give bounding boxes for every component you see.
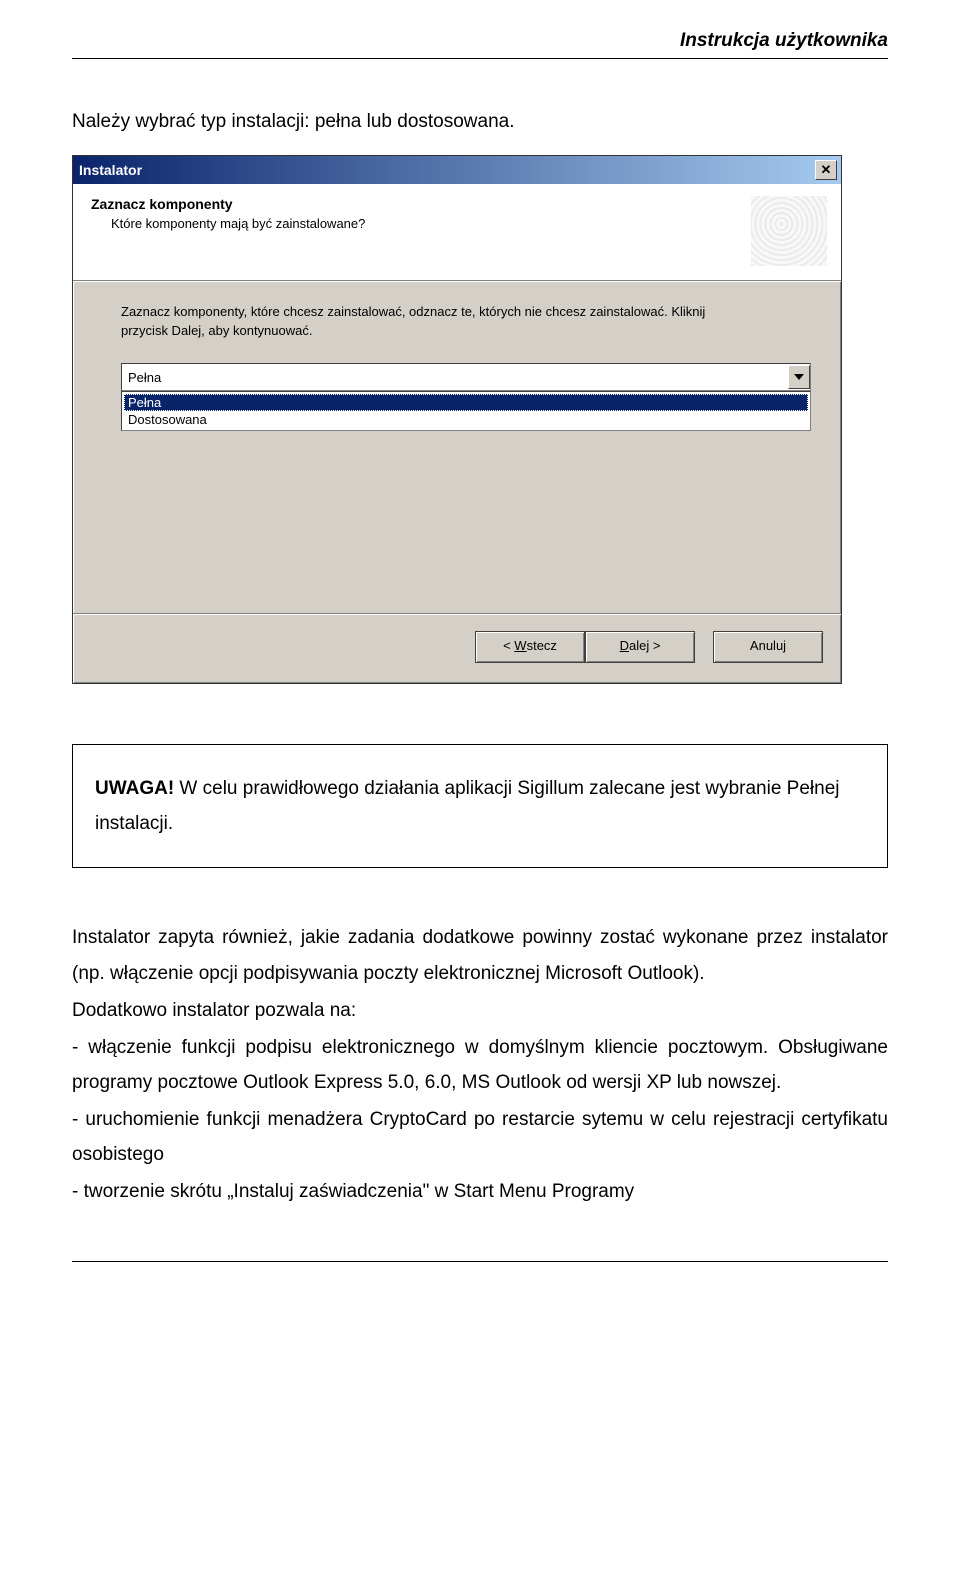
chevron-down-icon[interactable] <box>788 365 810 389</box>
fingerprint-icon <box>751 196 827 266</box>
install-type-combo[interactable]: Pełna <box>121 363 811 391</box>
body-paragraph: Dodatkowo instalator pozwala na: <box>72 993 888 1028</box>
dialog-instruction: Zaznacz komponenty, które chcesz zainsta… <box>121 303 741 341</box>
installer-dialog: Instalator ✕ Zaznacz komponenty Które ko… <box>72 155 842 684</box>
footer-divider <box>72 1261 888 1262</box>
dialog-divider <box>73 613 841 615</box>
warning-text: W celu prawidłowego działania aplikacji … <box>95 778 840 834</box>
body-paragraph: - włączenie funkcji podpisu elektroniczn… <box>72 1030 888 1100</box>
banner-subtitle: Które komponenty mają być zainstalowane? <box>91 216 365 231</box>
list-item[interactable]: Pełna <box>124 394 808 411</box>
body-paragraph: Instalator zapyta również, jakie zadania… <box>72 920 888 990</box>
list-item[interactable]: Dostosowana <box>124 411 808 428</box>
dialog-titlebar: Instalator ✕ <box>73 156 841 184</box>
cancel-button[interactable]: Anuluj <box>713 631 823 663</box>
warning-label: UWAGA! <box>95 778 174 799</box>
banner-title: Zaznacz komponenty <box>91 196 365 212</box>
combo-selected-value: Pełna <box>128 370 161 385</box>
close-icon[interactable]: ✕ <box>815 160 837 180</box>
back-button[interactable]: < Wstecz <box>475 631 585 663</box>
body-paragraph: - uruchomienie funkcji menadżera CryptoC… <box>72 1102 888 1172</box>
intro-paragraph: Należy wybrać typ instalacji: pełna lub … <box>72 107 888 137</box>
dialog-button-row: < Wstecz Dalej > Anuluj <box>73 631 841 683</box>
body-paragraph: - tworzenie skrótu „Instaluj zaświadczen… <box>72 1174 888 1209</box>
install-type-listbox[interactable]: Pełna Dostosowana <box>121 391 811 431</box>
next-button[interactable]: Dalej > <box>585 631 695 663</box>
dialog-banner: Zaznacz komponenty Które komponenty mają… <box>73 184 841 281</box>
warning-box: UWAGA! W celu prawidłowego działania apl… <box>72 744 888 868</box>
page-header: Instrukcja użytkownika <box>72 30 888 59</box>
dialog-title: Instalator <box>79 162 142 178</box>
